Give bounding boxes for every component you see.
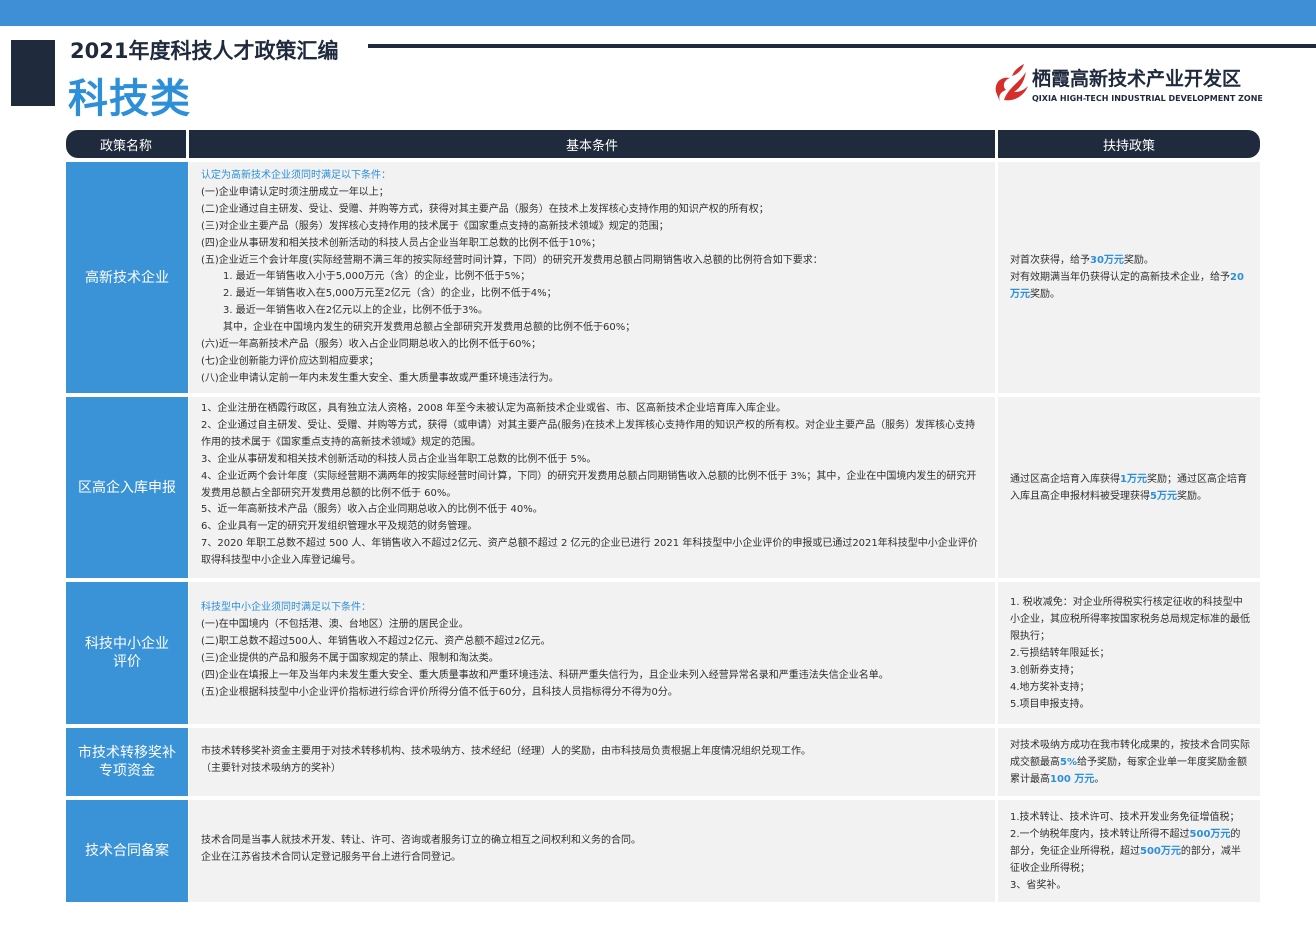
condition-line: (五)企业根据科技型中小企业评价指标进行综合评价所得分值不低于60分，且科技人员… xyxy=(201,686,678,698)
condition-line: 2. 最近一年销售收入在5,000万元至2亿元（含）的企业，比例不低于4%； xyxy=(223,288,557,300)
support-text: 通过区高企培育入库获得 xyxy=(1010,473,1120,485)
table-row: 市技术转移奖补专项资金 市技术转移奖补资金主要用于对技术转移机构、技术吸纳方、技… xyxy=(0,728,1316,796)
condition-line: (六)近一年高新技术产品（服务）收入占企业同期总收入的比例不低于60%； xyxy=(201,339,542,351)
support-amount: 5万元 xyxy=(1150,490,1177,502)
support-cell: 1.技术转让、技术许可、技术开发业务免征增值税； 2.一个纳税年度内，技术转让所… xyxy=(998,800,1260,902)
conditions-cell: 1、企业注册在栖霞行政区，具有独立法人资格，2008 年至今未被认定为高新技术企… xyxy=(189,397,995,578)
condition-line: 1、企业注册在栖霞行政区，具有独立法人资格，2008 年至今未被认定为高新技术企… xyxy=(201,403,786,414)
policy-name-cell: 科技中小企业评价 xyxy=(66,582,188,724)
column-header-support: 扶持政策 xyxy=(998,130,1260,158)
conditions-cell: 市技术转移奖补资金主要用于对技术转移机构、技术吸纳方、技术经纪（经理）人的奖励，… xyxy=(189,728,995,796)
condition-line: 市技术转移奖补资金主要用于对技术转移机构、技术吸纳方、技术经纪（经理）人的奖励，… xyxy=(201,746,811,757)
table-row: 区高企入库申报 1、企业注册在栖霞行政区，具有独立法人资格，2008 年至今未被… xyxy=(0,397,1316,578)
condition-line: (一)在中国境内（不包括港、澳、台地区）注册的居民企业。 xyxy=(201,618,469,630)
support-line: 对首次获得，给予30万元奖励。 xyxy=(1010,252,1250,269)
policy-name-cell: 高新技术企业 xyxy=(66,162,188,393)
support-line: 3、省奖补。 xyxy=(1010,879,1067,891)
conditions-intro: 认定为高新技术企业须同时满足以下条件： xyxy=(201,170,391,181)
column-header-name: 政策名称 xyxy=(66,130,186,158)
page-subtitle: 2021年度科技人才政策汇编 xyxy=(70,39,339,63)
support-cell: 通过区高企培育入库获得1万元奖励；通过区高企培育入库且高企申报材料被受理获得5万… xyxy=(998,397,1260,578)
support-text: 奖励。 xyxy=(1030,289,1060,300)
condition-line: (四)企业从事研发和相关技术创新活动的科技人员占企业当年职工总数的比例不低于10… xyxy=(201,237,602,249)
policy-name-cell: 市技术转移奖补专项资金 xyxy=(66,728,188,796)
support-cell: 对技术吸纳方成功在我市转化成果的，按技术合同实际成交额最高5%给予奖励，每家企业… xyxy=(998,728,1260,796)
conditions-intro: 科技型中小企业须同时满足以下条件： xyxy=(201,602,371,613)
condition-line: 6、企业具有一定的研究开发组织管理水平及规范的财务管理。 xyxy=(201,521,478,533)
support-line: 2.亏损结转年限延长； xyxy=(1010,647,1110,659)
support-text: 奖励。 xyxy=(1123,255,1154,266)
policy-name: 技术合同备案 xyxy=(85,843,169,859)
support-line: 3.创新券支持； xyxy=(1010,664,1080,676)
support-text: 。 xyxy=(1094,773,1105,785)
support-amount: 500万元 xyxy=(1189,828,1231,840)
table-row: 高新技术企业 认定为高新技术企业须同时满足以下条件： (一)企业申请认定时须注册… xyxy=(0,162,1316,393)
condition-line: 3. 最近一年销售收入在2亿元以上的企业，比例不低于3%。 xyxy=(223,305,488,317)
support-amount: 500万元 xyxy=(1140,845,1181,857)
title-divider xyxy=(368,44,1316,48)
condition-line: (四)企业在填报上一年及当年内未发生重大安全、重大质量事故和严重环境违法、科研严… xyxy=(201,669,889,681)
support-text: 对首次获得，给予 xyxy=(1010,255,1090,266)
condition-line: 5、近一年高新技术产品（服务）收入占企业同期总收入的比例不低于 40%。 xyxy=(201,504,543,516)
support-amount: 30万元 xyxy=(1090,255,1124,266)
condition-line: (三)企业提供的产品和服务不属于国家规定的禁止、限制和淘汰类。 xyxy=(201,652,499,664)
policy-name: 高新技术企业 xyxy=(85,269,169,286)
condition-line: (二)职工总数不超过500人、年销售收入不超过2亿元、资产总额不超过2亿元。 xyxy=(201,635,551,647)
condition-line: 技术合同是当事人就技术开发、转让、许可、咨询或者服务订立的确立相互之间权利和义务… xyxy=(201,835,641,846)
condition-line: (七)企业创新能力评价应达到相应要求； xyxy=(201,355,379,367)
conditions-cell: 认定为高新技术企业须同时满足以下条件： (一)企业申请认定时须注册成立一年以上；… xyxy=(189,162,995,393)
condition-line: 其中，企业在中国境内发生的研究开发费用总额占全部研究开发费用总额的比例不低于60… xyxy=(223,322,636,334)
condition-line: (五)企业近三个会计年度(实际经营期不满三年的按实际经营时间计算，下同）的研究开… xyxy=(201,254,823,266)
support-amount: 1万元 xyxy=(1120,473,1147,485)
conditions-cell: 科技型中小企业须同时满足以下条件： (一)在中国境内（不包括港、澳、台地区）注册… xyxy=(189,582,995,724)
policy-name: 市技术转移奖补专项资金 xyxy=(78,745,176,779)
condition-line: 4、企业近两个会计年度（实际经营期不满两年的按实际经营时间计算，下同）的研究开发… xyxy=(201,470,977,499)
support-line: 对技术吸纳方成功在我市转化成果的，按技术合同实际成交额最高5%给予奖励，每家企业… xyxy=(1010,737,1250,788)
table-row: 科技中小企业评价 科技型中小企业须同时满足以下条件： (一)在中国境内（不包括港… xyxy=(0,582,1316,724)
condition-line: 3、企业从事研发和相关技术创新活动的科技人员占企业当年职工总数的比例不低于 5%… xyxy=(201,453,597,465)
condition-line: 2、企业通过自主研发、受让、受赠、并购等方式，获得（或申请）对其主要产品(服务)… xyxy=(201,419,976,448)
support-line: 5.项目申报支持。 xyxy=(1010,698,1090,710)
support-line: 对有效期满当年仍获得认定的高新技术企业，给予20万元奖励。 xyxy=(1010,269,1250,303)
logo-chinese-name: 栖霞高新技术产业开发区 xyxy=(1032,68,1242,90)
title-accent-block xyxy=(11,40,55,106)
support-text: 奖励。 xyxy=(1176,490,1207,502)
policy-name: 科技中小企业评价 xyxy=(85,636,169,670)
column-header-conditions: 基本条件 xyxy=(189,130,995,158)
support-line: 4.地方奖补支持； xyxy=(1010,681,1090,693)
condition-line: (一)企业申请认定时须注册成立一年以上； xyxy=(201,186,389,198)
policy-name-cell: 区高企入库申报 xyxy=(66,397,188,578)
support-cell: 对首次获得，给予30万元奖励。 对有效期满当年仍获得认定的高新技术企业，给予20… xyxy=(998,162,1260,393)
condition-line: 1. 最近一年销售收入小于5,000万元（含）的企业，比例不低于5%； xyxy=(223,271,531,283)
logo-english-name: QIXIA HIGH-TECH INDUSTRIAL DEVELOPMENT Z… xyxy=(1032,94,1263,103)
conditions-cell: 技术合同是当事人就技术开发、转让、许可、咨询或者服务订立的确立相互之间权利和义务… xyxy=(189,800,995,902)
condition-line: 7、2020 年职工总数不超过 500 人、年销售收入不超过2亿元、资产总额不超… xyxy=(201,538,978,567)
condition-line: 企业在江苏省技术合同认定登记服务平台上进行合同登记。 xyxy=(201,851,461,863)
policy-name: 区高企入库申报 xyxy=(78,479,176,496)
support-line: 1.技术转让、技术许可、技术开发业务免征增值税； xyxy=(1010,811,1240,823)
support-line: 2.一个纳税年度内，技术转让所得不超过500万元的部分，免征企业所得税，超过50… xyxy=(1010,826,1250,877)
page-title: 科技类 xyxy=(68,76,191,122)
condition-line: (三)对企业主要产品（服务）发挥核心支持作用的技术属于《国家重点支持的高新技术领… xyxy=(201,220,669,232)
support-amount: 5% xyxy=(1060,756,1077,768)
table-row: 技术合同备案 技术合同是当事人就技术开发、转让、许可、咨询或者服务订立的确立相互… xyxy=(0,800,1316,902)
support-text: 2.一个纳税年度内，技术转让所得不超过 xyxy=(1010,828,1190,840)
condition-line: (二)企业通过自主研发、受让、受赠、并购等方式，获得对其主要产品（服务）在技术上… xyxy=(201,203,769,215)
support-amount: 100 万元 xyxy=(1050,773,1095,785)
torch-logo-icon xyxy=(995,64,1028,102)
policy-name-cell: 技术合同备案 xyxy=(66,800,188,902)
condition-line: （主要针对技术吸纳方的奖补） xyxy=(201,762,341,774)
zone-logo: 栖霞高新技术产业开发区 QIXIA HIGH-TECH INDUSTRIAL D… xyxy=(990,62,1280,106)
support-cell: 1. 税收减免：对企业所得税实行核定征收的科技型中小企业，其应税所得率按国家税务… xyxy=(998,582,1260,724)
support-line: 通过区高企培育入库获得1万元奖励；通过区高企培育入库且高企申报材料被受理获得5万… xyxy=(1010,471,1250,505)
top-color-bar xyxy=(0,0,1316,26)
condition-line: (八)企业申请认定前一年内未发生重大安全、重大质量事故或严重环境违法行为。 xyxy=(201,372,559,384)
support-line: 1. 税收减免：对企业所得税实行核定征收的科技型中小企业，其应税所得率按国家税务… xyxy=(1010,596,1250,642)
support-text: 对有效期满当年仍获得认定的高新技术企业，给予 xyxy=(1010,272,1230,283)
